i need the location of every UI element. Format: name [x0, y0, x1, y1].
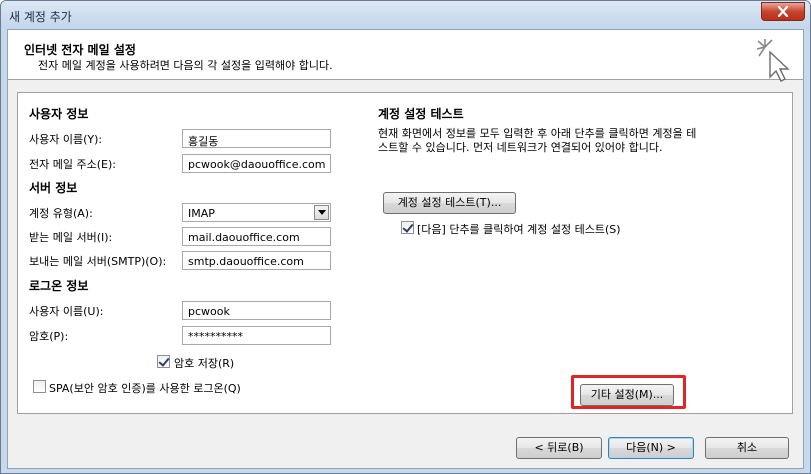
- outgoing-server-input[interactable]: smtp.daouoffice.com: [182, 251, 331, 270]
- close-icon: [777, 6, 789, 17]
- user-name-label: 사용자 이름(Y):: [29, 133, 103, 146]
- logon-user-input[interactable]: pcwook: [182, 301, 331, 320]
- chevron-down-icon: [317, 210, 326, 215]
- dialog-client: 인터넷 전자 메일 설정 전자 메일 계정을 사용하려면 다음의 각 설정을 입…: [7, 29, 804, 469]
- cancel-button[interactable]: 취소: [705, 437, 789, 459]
- title-bar[interactable]: 새 계정 추가: [1, 1, 810, 29]
- user-info-heading: 사용자 정보: [29, 107, 89, 121]
- logon-user-label: 사용자 이름(U):: [29, 305, 104, 318]
- settings-panel: 사용자 정보 사용자 이름(Y): 홍길동 전자 메일 주소(E): pcwoo…: [17, 92, 793, 414]
- next-button[interactable]: 다음(N) >: [608, 437, 694, 459]
- account-type-value: IMAP: [188, 207, 215, 220]
- outgoing-server-label: 보내는 메일 서버(SMTP)(O):: [29, 255, 167, 268]
- auto-test-checkbox[interactable]: [401, 221, 414, 234]
- page-title: 인터넷 전자 메일 설정: [24, 43, 136, 57]
- close-button[interactable]: [761, 2, 805, 21]
- password-label: 암호(P):: [29, 330, 69, 343]
- dialog-window: 새 계정 추가 인터넷 전자 메일 설정 전자 메일 계정을 사용하려면 다음의…: [0, 0, 811, 474]
- incoming-server-input[interactable]: mail.daouoffice.com: [182, 227, 331, 246]
- server-info-heading: 서버 정보: [29, 181, 78, 195]
- page-subtitle: 전자 메일 계정을 사용하려면 다음의 각 설정을 입력해야 합니다.: [38, 59, 333, 72]
- spa-checkbox[interactable]: [33, 380, 46, 393]
- account-type-label: 계정 유형(A):: [29, 207, 93, 220]
- incoming-server-label: 받는 메일 서버(I):: [29, 231, 113, 244]
- more-settings-button[interactable]: 기타 설정(M)...: [580, 384, 674, 406]
- wizard-header: 인터넷 전자 메일 설정 전자 메일 계정을 사용하려면 다음의 각 설정을 입…: [8, 30, 803, 82]
- test-account-button[interactable]: 계정 설정 테스트(T)...: [383, 192, 516, 214]
- dropdown-button[interactable]: [314, 205, 329, 220]
- password-input[interactable]: **********: [182, 326, 331, 345]
- test-description: 현재 화면에서 정보를 모두 입력한 후 아래 단추를 클릭하면 계정을 테스트…: [378, 127, 697, 154]
- cursor-sparkle-icon: [756, 39, 790, 82]
- test-heading: 계정 설정 테스트: [378, 107, 464, 121]
- email-input[interactable]: pcwook@daouoffice.com: [182, 154, 331, 173]
- back-button[interactable]: < 뒤로(B): [516, 437, 602, 459]
- user-name-input[interactable]: 홍길동: [182, 129, 331, 148]
- remember-password-checkbox[interactable]: [157, 355, 170, 368]
- window-title: 새 계정 추가: [9, 10, 72, 24]
- auto-test-label[interactable]: [다음] 단추를 클릭하여 계정 설정 테스트(S): [417, 221, 621, 237]
- email-label: 전자 메일 주소(E):: [29, 158, 116, 171]
- logon-info-heading: 로그온 정보: [29, 279, 89, 293]
- account-type-select[interactable]: IMAP: [182, 203, 331, 222]
- spa-label[interactable]: SPA(보안 암호 인증)를 사용한 로그온(Q): [49, 380, 241, 396]
- remember-password-label[interactable]: 암호 저장(R): [174, 355, 234, 371]
